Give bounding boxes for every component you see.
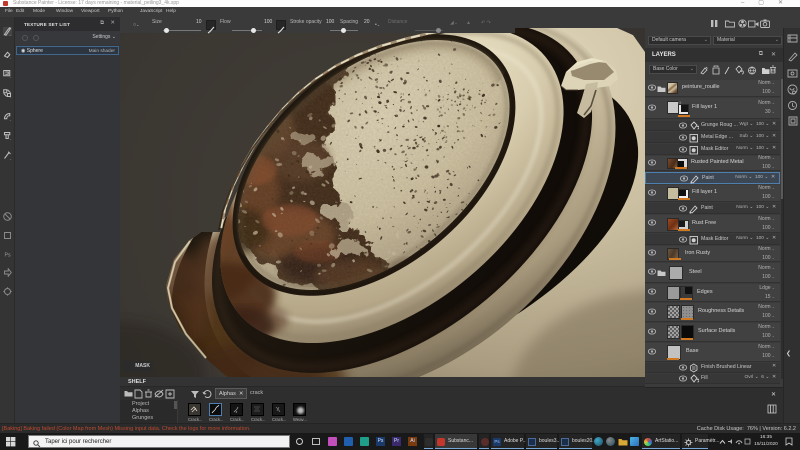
svg-text:Ps: Ps	[5, 253, 12, 259]
